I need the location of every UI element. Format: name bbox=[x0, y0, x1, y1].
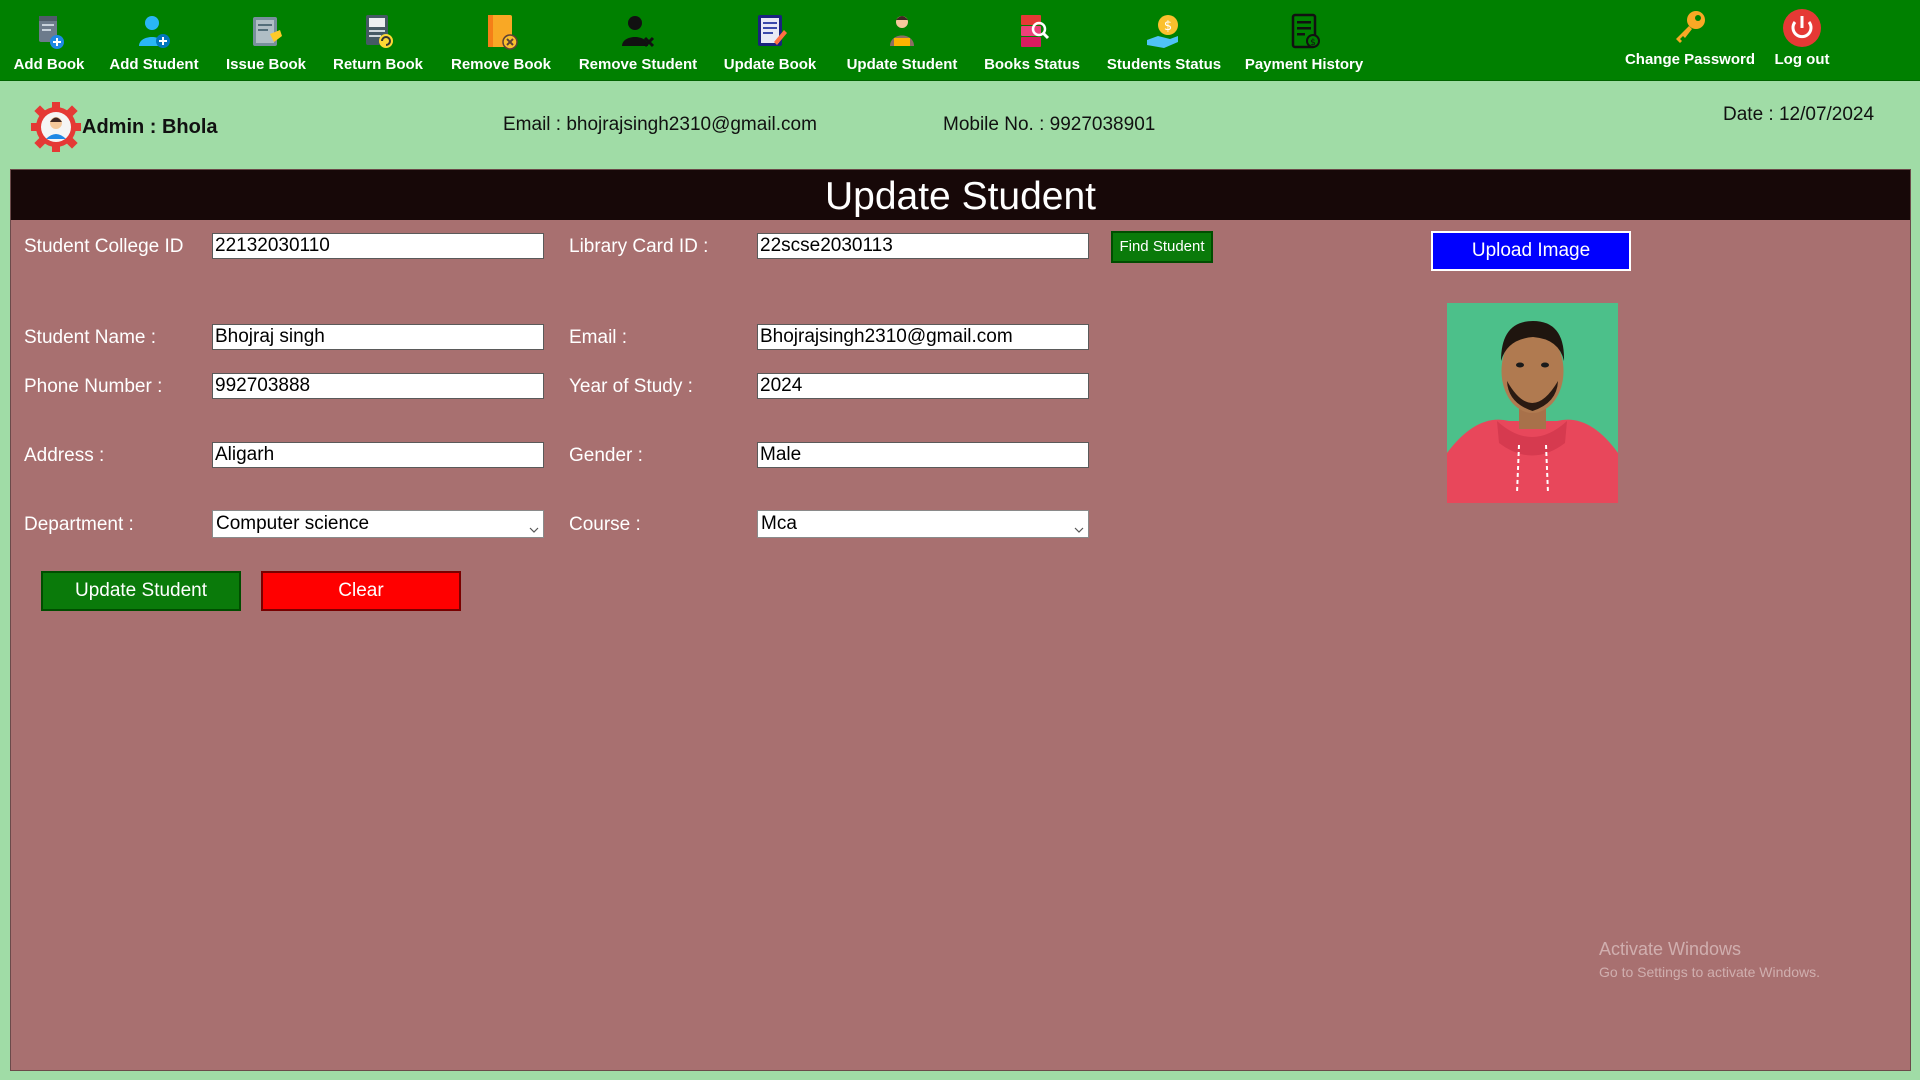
payment-history-icon: $ bbox=[1284, 12, 1324, 52]
toolbar-books-status-label: Books Status bbox=[984, 56, 1080, 73]
panel-title-bar: Update Student bbox=[11, 170, 1910, 220]
add-book-icon bbox=[29, 12, 69, 52]
remove-book-icon bbox=[481, 12, 521, 52]
svg-text:$: $ bbox=[1310, 38, 1316, 48]
return-book-icon bbox=[358, 12, 398, 52]
chevron-down-icon bbox=[1074, 519, 1084, 533]
toolbar-issue-book[interactable]: Issue Book bbox=[220, 0, 312, 80]
activate-windows-title: Activate Windows bbox=[1599, 939, 1742, 959]
toolbar-update-book-label: Update Book bbox=[723, 56, 817, 73]
toolbar-remove-student-label: Remove Student bbox=[578, 56, 698, 73]
phone-label: Phone Number : bbox=[24, 376, 163, 397]
toolbar-update-book[interactable]: Update Book bbox=[720, 0, 820, 80]
course-select[interactable]: Mca bbox=[757, 510, 1089, 538]
toolbar-change-password-label: Change Password bbox=[1624, 51, 1756, 68]
update-student-button[interactable]: Update Student bbox=[41, 571, 241, 611]
course-selected-value: Mca bbox=[761, 513, 797, 534]
toolbar-return-book-label: Return Book bbox=[333, 56, 423, 73]
update-student-icon bbox=[882, 12, 922, 52]
phone-input[interactable] bbox=[212, 373, 544, 399]
toolbar-remove-book-label: Remove Book bbox=[450, 56, 552, 73]
address-label: Address : bbox=[24, 445, 105, 466]
toolbar-payment-history-label: Payment History bbox=[1244, 56, 1364, 73]
books-status-icon bbox=[1012, 12, 1052, 52]
admin-email: Email : bhojrajsingh2310@gmail.com bbox=[503, 114, 817, 135]
library-card-id-label: Library Card ID : bbox=[569, 236, 709, 257]
key-icon bbox=[1670, 8, 1710, 48]
department-selected-value: Computer science bbox=[216, 513, 370, 534]
app-window: Add Book Add Student Issue Book Return B… bbox=[0, 0, 1920, 1080]
admin-avatar-icon bbox=[30, 101, 82, 153]
page-title: Update Student bbox=[824, 175, 1097, 218]
toolbar-remove-student[interactable]: Remove Student bbox=[574, 0, 702, 80]
add-student-icon bbox=[134, 12, 174, 52]
toolbar-change-password[interactable]: Change Password bbox=[1622, 0, 1758, 80]
toolbar-books-status[interactable]: Books Status bbox=[982, 0, 1082, 80]
department-select[interactable]: Computer science bbox=[212, 510, 544, 538]
clear-button[interactable]: Clear bbox=[261, 571, 461, 611]
toolbar-add-student-label: Add Student bbox=[109, 56, 199, 73]
toolbar-add-student[interactable]: Add Student bbox=[106, 0, 202, 80]
student-name-label: Student Name : bbox=[24, 327, 157, 348]
activate-windows-subtitle: Go to Settings to activate Windows. bbox=[1599, 964, 1820, 980]
toolbar-issue-book-label: Issue Book bbox=[225, 56, 307, 73]
student-photo bbox=[1447, 303, 1618, 503]
admin-name: Admin : Bhola bbox=[82, 116, 218, 138]
toolbar-logout[interactable]: Log out bbox=[1770, 0, 1834, 80]
toolbar-return-book[interactable]: Return Book bbox=[328, 0, 428, 80]
toolbar-remove-book[interactable]: Remove Book bbox=[446, 0, 556, 80]
update-student-panel: Update Student bbox=[10, 169, 1911, 1071]
college-id-input[interactable] bbox=[212, 233, 544, 259]
power-icon bbox=[1782, 8, 1822, 48]
chevron-down-icon bbox=[529, 519, 539, 533]
toolbar-update-student-label: Update Student bbox=[846, 56, 958, 73]
current-date: Date : 12/07/2024 bbox=[1723, 104, 1875, 125]
find-student-button[interactable]: Find Student bbox=[1111, 231, 1213, 263]
college-id-label: Student College ID bbox=[24, 236, 184, 257]
svg-text:$: $ bbox=[1164, 19, 1172, 34]
course-label: Course : bbox=[569, 514, 641, 535]
upload-image-button[interactable]: Upload Image bbox=[1431, 231, 1631, 271]
issue-book-icon bbox=[246, 12, 286, 52]
toolbar-add-book-label: Add Book bbox=[13, 56, 85, 73]
department-label: Department : bbox=[24, 514, 134, 535]
gender-input[interactable] bbox=[757, 442, 1089, 468]
toolbar-update-student[interactable]: Update Student bbox=[838, 0, 966, 80]
toolbar-payment-history[interactable]: $ Payment History bbox=[1244, 0, 1364, 80]
toolbar-add-book[interactable]: Add Book bbox=[8, 0, 90, 80]
address-input[interactable] bbox=[212, 442, 544, 468]
gender-label: Gender : bbox=[569, 445, 643, 466]
students-status-icon: $ bbox=[1144, 12, 1184, 52]
email-label: Email : bbox=[569, 327, 628, 348]
email-input[interactable] bbox=[757, 324, 1089, 350]
toolbar-students-status[interactable]: $ Students Status bbox=[1100, 0, 1228, 80]
admin-mobile: Mobile No. : 9927038901 bbox=[943, 114, 1156, 135]
toolbar-logout-label: Log out bbox=[1774, 51, 1830, 68]
year-of-study-label: Year of Study : bbox=[569, 376, 693, 397]
library-card-id-input[interactable] bbox=[757, 233, 1089, 259]
remove-student-icon bbox=[618, 12, 658, 52]
year-of-study-input[interactable] bbox=[757, 373, 1089, 399]
toolbar-students-status-label: Students Status bbox=[1106, 56, 1222, 73]
student-name-input[interactable] bbox=[212, 324, 544, 350]
top-toolbar: Add Book Add Student Issue Book Return B… bbox=[0, 0, 1920, 81]
update-book-icon bbox=[750, 12, 790, 52]
